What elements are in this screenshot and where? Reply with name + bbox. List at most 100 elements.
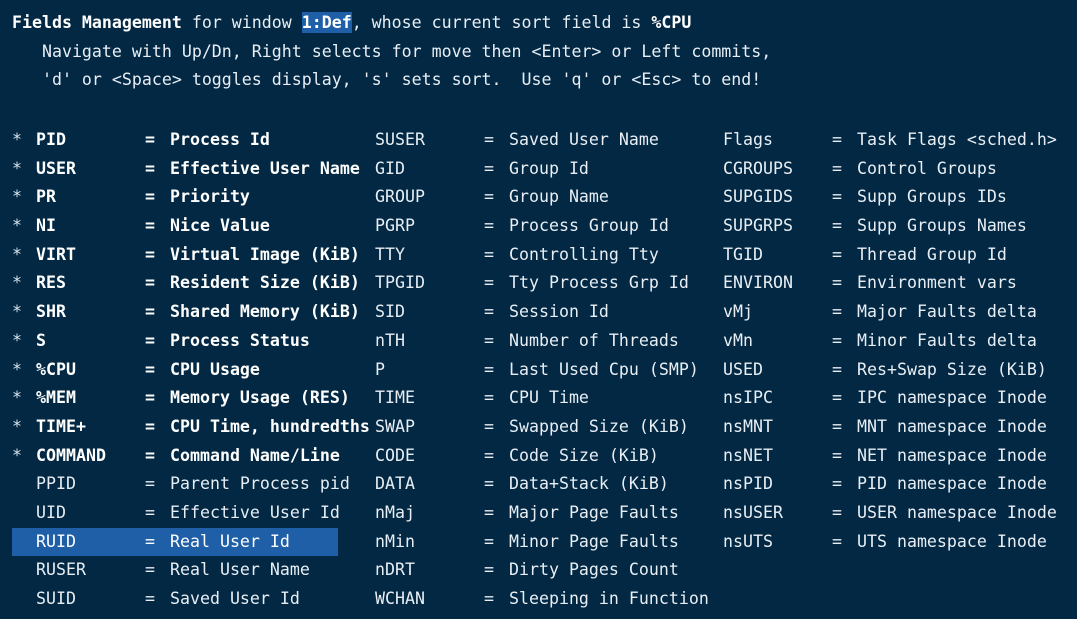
field-equals-separator: = <box>832 359 842 379</box>
field-description: Resident Size (KiB) <box>170 273 360 293</box>
header-block: Fields Management for window 1:Def, whos… <box>0 9 1077 95</box>
field-name: nMaj <box>375 502 415 522</box>
field-row[interactable]: TIME = CPU Time <box>375 384 709 413</box>
field-row[interactable]: GROUP = Group Name <box>375 183 709 212</box>
field-equals-separator: = <box>145 502 155 522</box>
field-equals-separator: = <box>832 416 842 436</box>
field-name: TIME+ <box>36 416 86 436</box>
field-row[interactable]: TGID = Thread Group Id <box>723 241 1057 270</box>
field-name: SUPGIDS <box>723 187 793 207</box>
field-description: Major Faults delta <box>857 302 1037 322</box>
field-description: Process Id <box>170 130 270 149</box>
field-description: Group Id <box>509 158 589 178</box>
field-row[interactable]: * %CPU = CPU Usage <box>12 356 370 385</box>
field-row[interactable]: WCHAN = Sleeping in Function <box>375 585 709 614</box>
field-row[interactable]: SUID = Saved User Id <box>12 585 370 614</box>
field-row[interactable]: SWAP = Swapped Size (KiB) <box>375 413 709 442</box>
field-name: UID <box>36 502 66 522</box>
field-row[interactable]: * VIRT = Virtual Image (KiB) <box>12 241 370 270</box>
field-row[interactable]: DATA = Data+Stack (KiB) <box>375 470 709 499</box>
field-row[interactable]: nsMNT = MNT namespace Inode <box>723 413 1057 442</box>
field-name: WCHAN <box>375 589 425 608</box>
field-row[interactable]: * COMMAND = Command Name/Line <box>12 442 370 471</box>
field-row[interactable]: nsUSER = USER namespace Inode <box>723 499 1057 528</box>
field-row[interactable]: vMj = Major Faults delta <box>723 298 1057 327</box>
field-name: COMMAND <box>36 445 106 465</box>
field-row[interactable]: RUSER = Real User Name <box>12 556 370 585</box>
field-row[interactable]: * RES = Resident Size (KiB) <box>12 269 370 298</box>
field-row[interactable]: nsIPC = IPC namespace Inode <box>723 384 1057 413</box>
field-row[interactable]: SUSER = Saved User Name <box>375 126 709 155</box>
field-row[interactable]: vMn = Minor Faults delta <box>723 327 1057 356</box>
field-equals-separator: = <box>832 531 842 551</box>
field-row[interactable]: TTY = Controlling Tty <box>375 241 709 270</box>
field-description: Priority <box>170 187 250 207</box>
field-row[interactable]: * %MEM = Memory Usage (RES) <box>12 384 370 413</box>
field-equals-separator: = <box>832 330 842 350</box>
field-name: Flags <box>723 130 773 149</box>
field-row[interactable]: * USER = Effective User Name <box>12 155 370 184</box>
field-row[interactable]: GID = Group Id <box>375 155 709 184</box>
field-row[interactable]: nMin = Minor Page Faults <box>375 528 709 557</box>
field-row[interactable]: SUPGIDS = Supp Groups IDs <box>723 183 1057 212</box>
field-row[interactable]: RUID = Real User Id <box>12 527 338 557</box>
field-equals-separator: = <box>145 359 155 379</box>
field-description: Minor Faults delta <box>857 330 1037 350</box>
field-equals-separator: = <box>484 244 494 264</box>
field-row[interactable]: P = Last Used Cpu (SMP) <box>375 356 709 385</box>
field-row[interactable]: PGRP = Process Group Id <box>375 212 709 241</box>
field-row[interactable]: USED = Res+Swap Size (KiB) <box>723 356 1057 385</box>
field-row[interactable]: ENVIRON = Environment vars <box>723 269 1057 298</box>
field-description: Swapped Size (KiB) <box>509 416 689 436</box>
field-equals-separator: = <box>484 589 494 608</box>
field-description: Nice Value <box>170 216 270 236</box>
field-display-marker: * <box>12 359 22 379</box>
field-name: RUSER <box>36 560 86 580</box>
field-row[interactable]: * NI = Nice Value <box>12 212 370 241</box>
field-display-marker <box>12 528 36 557</box>
field-description: Sleeping in Function <box>509 589 709 608</box>
field-row[interactable]: nsUTS = UTS namespace Inode <box>723 528 1057 557</box>
field-equals-separator: = <box>484 388 494 408</box>
field-description: Command Name/Line <box>170 445 340 465</box>
field-equals-separator: = <box>484 187 494 207</box>
field-row[interactable]: nsPID = PID namespace Inode <box>723 470 1057 499</box>
field-row[interactable]: TPGID = Tty Process Grp Id <box>375 269 709 298</box>
field-row[interactable]: UID = Effective User Id <box>12 499 370 528</box>
field-equals-separator: = <box>832 502 842 522</box>
field-equals-separator: = <box>145 158 155 178</box>
field-name: nDRT <box>375 560 415 580</box>
field-row[interactable]: CODE = Code Size (KiB) <box>375 442 709 471</box>
field-equals-separator: = <box>145 589 155 608</box>
field-row[interactable]: SUPGRPS = Supp Groups Names <box>723 212 1057 241</box>
field-name: %CPU <box>36 359 76 379</box>
help-line-navigate: Navigate with Up/Dn, Right selects for m… <box>12 41 772 61</box>
field-name: %MEM <box>36 388 76 408</box>
field-display-marker <box>12 585 36 614</box>
field-row[interactable]: * SHR = Shared Memory (KiB) <box>12 298 370 327</box>
field-row[interactable]: SID = Session Id <box>375 298 709 327</box>
field-row[interactable]: nDRT = Dirty Pages Count <box>375 556 709 585</box>
field-name: RUID <box>36 531 76 551</box>
field-display-marker <box>12 470 36 499</box>
field-row[interactable]: nsNET = NET namespace Inode <box>723 442 1057 471</box>
field-row[interactable]: * S = Process Status <box>12 327 370 356</box>
field-name: PID <box>36 130 66 149</box>
field-row[interactable]: nMaj = Major Page Faults <box>375 499 709 528</box>
field-name: PGRP <box>375 216 415 236</box>
field-row[interactable]: * PR = Priority <box>12 183 370 212</box>
help-line-toggle: 'd' or <Space> toggles display, 's' sets… <box>12 70 762 90</box>
field-description: CPU Time, hundredths <box>170 416 370 436</box>
field-name: VIRT <box>36 244 76 264</box>
field-equals-separator: = <box>832 216 842 236</box>
field-row[interactable]: nTH = Number of Threads <box>375 327 709 356</box>
field-row[interactable]: PPID = Parent Process pid <box>12 470 370 499</box>
field-equals-separator: = <box>145 130 155 149</box>
field-description: CPU Usage <box>170 359 260 379</box>
field-row[interactable]: * TIME+ = CPU Time, hundredths <box>12 413 370 442</box>
field-row[interactable]: Flags = Task Flags <sched.h> <box>723 126 1057 155</box>
field-row[interactable]: CGROUPS = Control Groups <box>723 155 1057 184</box>
window-name-badge[interactable]: 1:Def <box>301 12 352 33</box>
field-display-marker: * <box>12 330 22 350</box>
field-row[interactable]: * PID = Process Id <box>12 126 370 155</box>
